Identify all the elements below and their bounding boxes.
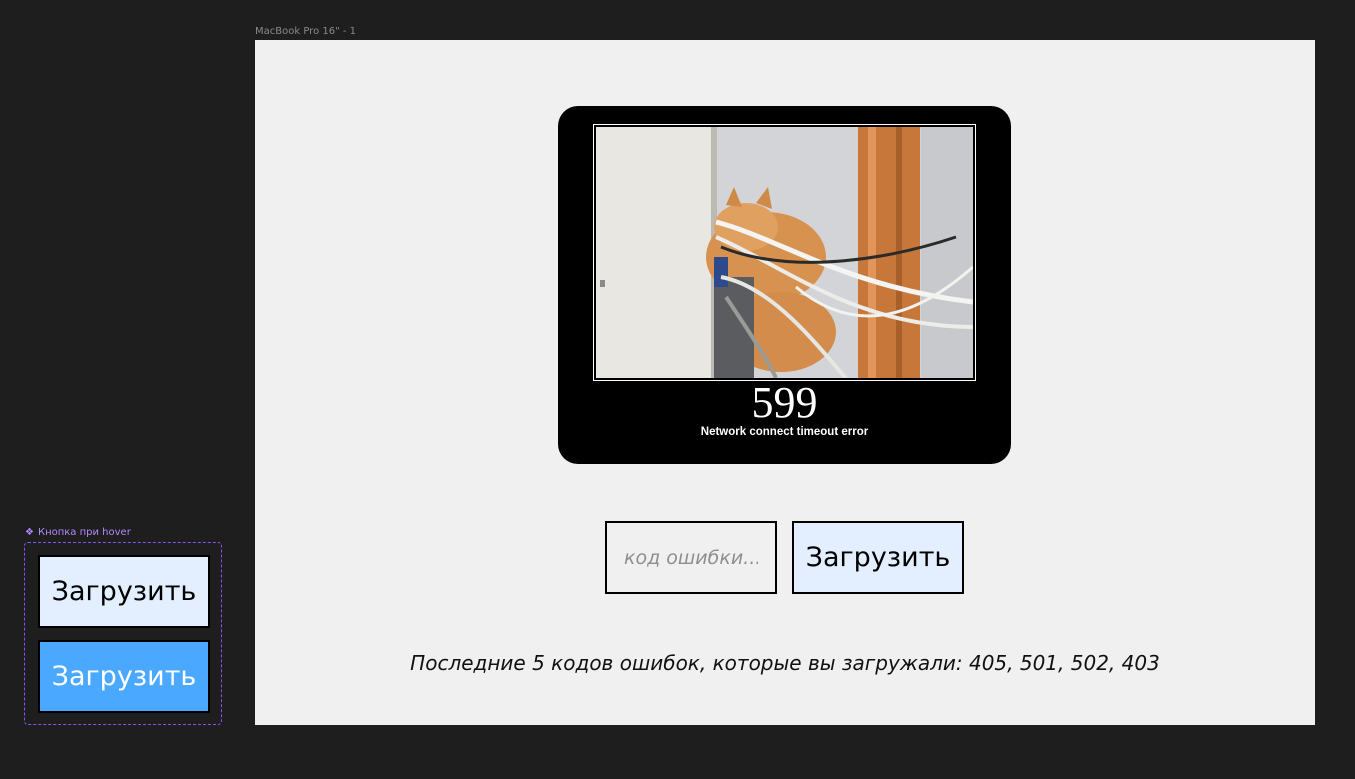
component-label-text: Кнопка при hover [37, 527, 131, 538]
frame-label[interactable]: MacBook Pro 16" - 1 [255, 26, 356, 37]
load-button[interactable]: Загрузить [792, 521, 964, 594]
component-icon: ❖ [25, 527, 34, 538]
cat-photo [596, 127, 973, 378]
poster-caption: Network connect timeout error [700, 426, 869, 438]
poster-error-code: 599 [751, 378, 818, 427]
poster-photo-border [593, 124, 976, 381]
component-set[interactable]: Загрузить Загрузить [24, 542, 222, 725]
component-label[interactable]: ❖ Кнопка при hover [25, 527, 131, 538]
recent-codes-text: Последние 5 кодов ошибок, которые вы заг… [410, 651, 1160, 675]
load-button-default-variant[interactable]: Загрузить [38, 555, 210, 628]
design-canvas: MacBook Pro 16" - 1 599 Network connect … [0, 0, 1355, 779]
load-button-hover-variant[interactable]: Загрузить [38, 640, 210, 713]
cat-photo-illustration [596, 127, 973, 378]
error-poster: 599 Network connect timeout error [558, 106, 1011, 464]
error-code-input[interactable] [605, 521, 777, 594]
macbook-frame[interactable]: 599 Network connect timeout error Загруз… [255, 40, 1315, 725]
